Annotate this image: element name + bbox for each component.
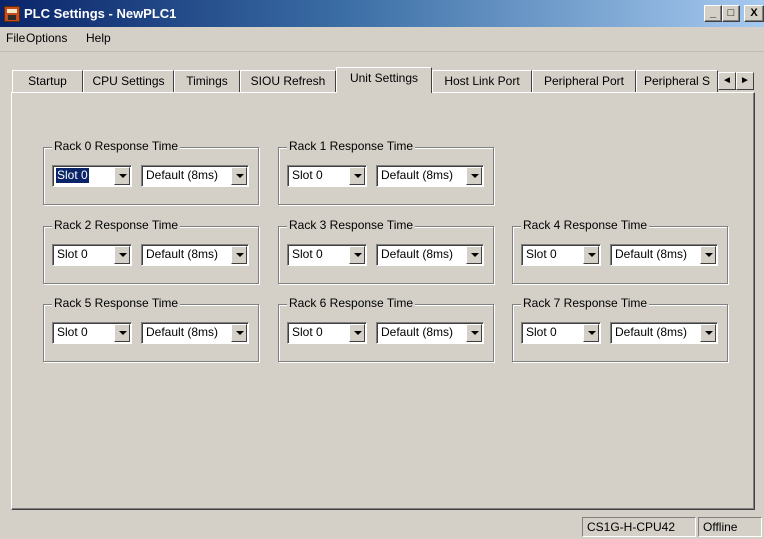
tab-peripheral-s[interactable]: Peripheral S [636,70,718,92]
menu-bar: File Options Help [0,27,764,52]
rack-0-slot-select[interactable]: Slot 0 [52,165,132,187]
rack-2-slot-select[interactable]: Slot 0 [52,244,132,266]
chevron-down-icon[interactable] [349,324,365,342]
rack-2-response-select[interactable]: Default (8ms) [141,244,249,266]
tab-unit-settings[interactable]: Unit Settings [336,67,432,93]
rack-7-group: Rack 7 Response Time Slot 0 Default (8ms… [512,296,728,362]
rack-6-response-select[interactable]: Default (8ms) [376,322,484,344]
rack-6-response-value: Default (8ms) [381,325,454,339]
chevron-down-icon[interactable] [466,324,482,342]
rack-1-response-select[interactable]: Default (8ms) [376,165,484,187]
rack-4-label: Rack 4 Response Time [521,218,650,232]
rack-7-response-select[interactable]: Default (8ms) [610,322,718,344]
rack-3-response-value: Default (8ms) [381,247,454,261]
rack-0-response-value: Default (8ms) [146,168,219,182]
tab-startup[interactable]: Startup [12,70,83,92]
chevron-down-icon[interactable] [700,246,716,264]
rack-0-group: Rack 0 Response Time Slot 0 Default (8ms… [43,139,259,205]
rack-5-group: Rack 5 Response Time Slot 0 Default (8ms… [43,296,259,362]
chevron-down-icon[interactable] [231,167,247,185]
rack-1-slot-value: Slot 0 [292,168,323,182]
menu-options[interactable]: Options [26,31,67,45]
rack-6-label: Rack 6 Response Time [287,296,416,310]
tab-scroll-right-button[interactable]: ► [736,72,754,90]
tab-peripheral-port[interactable]: Peripheral Port [532,70,636,92]
rack-1-group: Rack 1 Response Time Slot 0 Default (8ms… [278,139,494,205]
chevron-down-icon[interactable] [583,246,599,264]
rack-1-response-value: Default (8ms) [381,168,454,182]
rack-7-label: Rack 7 Response Time [521,296,650,310]
rack-2-group: Rack 2 Response Time Slot 0 Default (8ms… [43,218,259,284]
rack-3-slot-select[interactable]: Slot 0 [287,244,367,266]
tab-scroll-buttons: ◄ ► [718,72,754,90]
tab-strip: Startup CPU Settings Timings SIOU Refres… [12,67,756,93]
rack-2-slot-value: Slot 0 [57,247,88,261]
rack-5-response-value: Default (8ms) [146,325,219,339]
chevron-down-icon[interactable] [114,167,130,185]
rack-1-slot-select[interactable]: Slot 0 [287,165,367,187]
rack-5-label: Rack 5 Response Time [52,296,181,310]
rack-1-label: Rack 1 Response Time [287,139,416,153]
unit-settings-panel: Rack 0 Response Time Slot 0 Default (8ms… [11,92,755,510]
rack-3-slot-value: Slot 0 [292,247,323,261]
tab-timings[interactable]: Timings [174,70,240,92]
rack-3-label: Rack 3 Response Time [287,218,416,232]
chevron-down-icon[interactable] [583,324,599,342]
close-button[interactable]: X [744,5,764,22]
plc-app-icon[interactable] [4,6,20,22]
rack-4-response-value: Default (8ms) [615,247,688,261]
tab-scroll-left-button[interactable]: ◄ [718,72,736,90]
status-device-model: CS1G-H-CPU42 [582,517,696,537]
rack-6-slot-value: Slot 0 [292,325,323,339]
tab-siou-refresh[interactable]: SIOU Refresh [240,70,336,92]
rack-4-slot-value: Slot 0 [526,247,557,261]
minimize-button[interactable]: _ [704,5,722,22]
rack-5-slot-select[interactable]: Slot 0 [52,322,132,344]
rack-7-response-value: Default (8ms) [615,325,688,339]
rack-0-label: Rack 0 Response Time [52,139,181,153]
menu-help[interactable]: Help [86,31,111,45]
title-bar[interactable]: PLC Settings - NewPLC1 _ □ X [0,0,764,27]
rack-7-slot-value: Slot 0 [526,325,557,339]
rack-6-group: Rack 6 Response Time Slot 0 Default (8ms… [278,296,494,362]
chevron-down-icon[interactable] [466,246,482,264]
chevron-down-icon[interactable] [231,324,247,342]
chevron-down-icon[interactable] [114,246,130,264]
rack-4-group: Rack 4 Response Time Slot 0 Default (8ms… [512,218,728,284]
window-title: PLC Settings - NewPLC1 [24,6,177,21]
tab-cpu-settings[interactable]: CPU Settings [83,70,174,92]
rack-7-slot-select[interactable]: Slot 0 [521,322,601,344]
menu-file[interactable]: File [6,31,25,45]
rack-0-response-select[interactable]: Default (8ms) [141,165,249,187]
chevron-down-icon[interactable] [349,246,365,264]
rack-2-label: Rack 2 Response Time [52,218,181,232]
rack-5-response-select[interactable]: Default (8ms) [141,322,249,344]
rack-2-response-value: Default (8ms) [146,247,219,261]
maximize-button[interactable]: □ [722,5,740,22]
chevron-down-icon[interactable] [349,167,365,185]
rack-4-slot-select[interactable]: Slot 0 [521,244,601,266]
rack-0-slot-value: Slot 0 [55,167,90,184]
rack-3-response-select[interactable]: Default (8ms) [376,244,484,266]
rack-4-response-select[interactable]: Default (8ms) [610,244,718,266]
status-connection: Offline [698,517,762,537]
rack-6-slot-select[interactable]: Slot 0 [287,322,367,344]
tab-host-link-port[interactable]: Host Link Port [432,70,532,92]
chevron-down-icon[interactable] [466,167,482,185]
chevron-down-icon[interactable] [114,324,130,342]
chevron-down-icon[interactable] [231,246,247,264]
rack-5-slot-value: Slot 0 [57,325,88,339]
chevron-down-icon[interactable] [700,324,716,342]
rack-3-group: Rack 3 Response Time Slot 0 Default (8ms… [278,218,494,284]
status-bar: CS1G-H-CPU42 Offline [0,514,764,539]
